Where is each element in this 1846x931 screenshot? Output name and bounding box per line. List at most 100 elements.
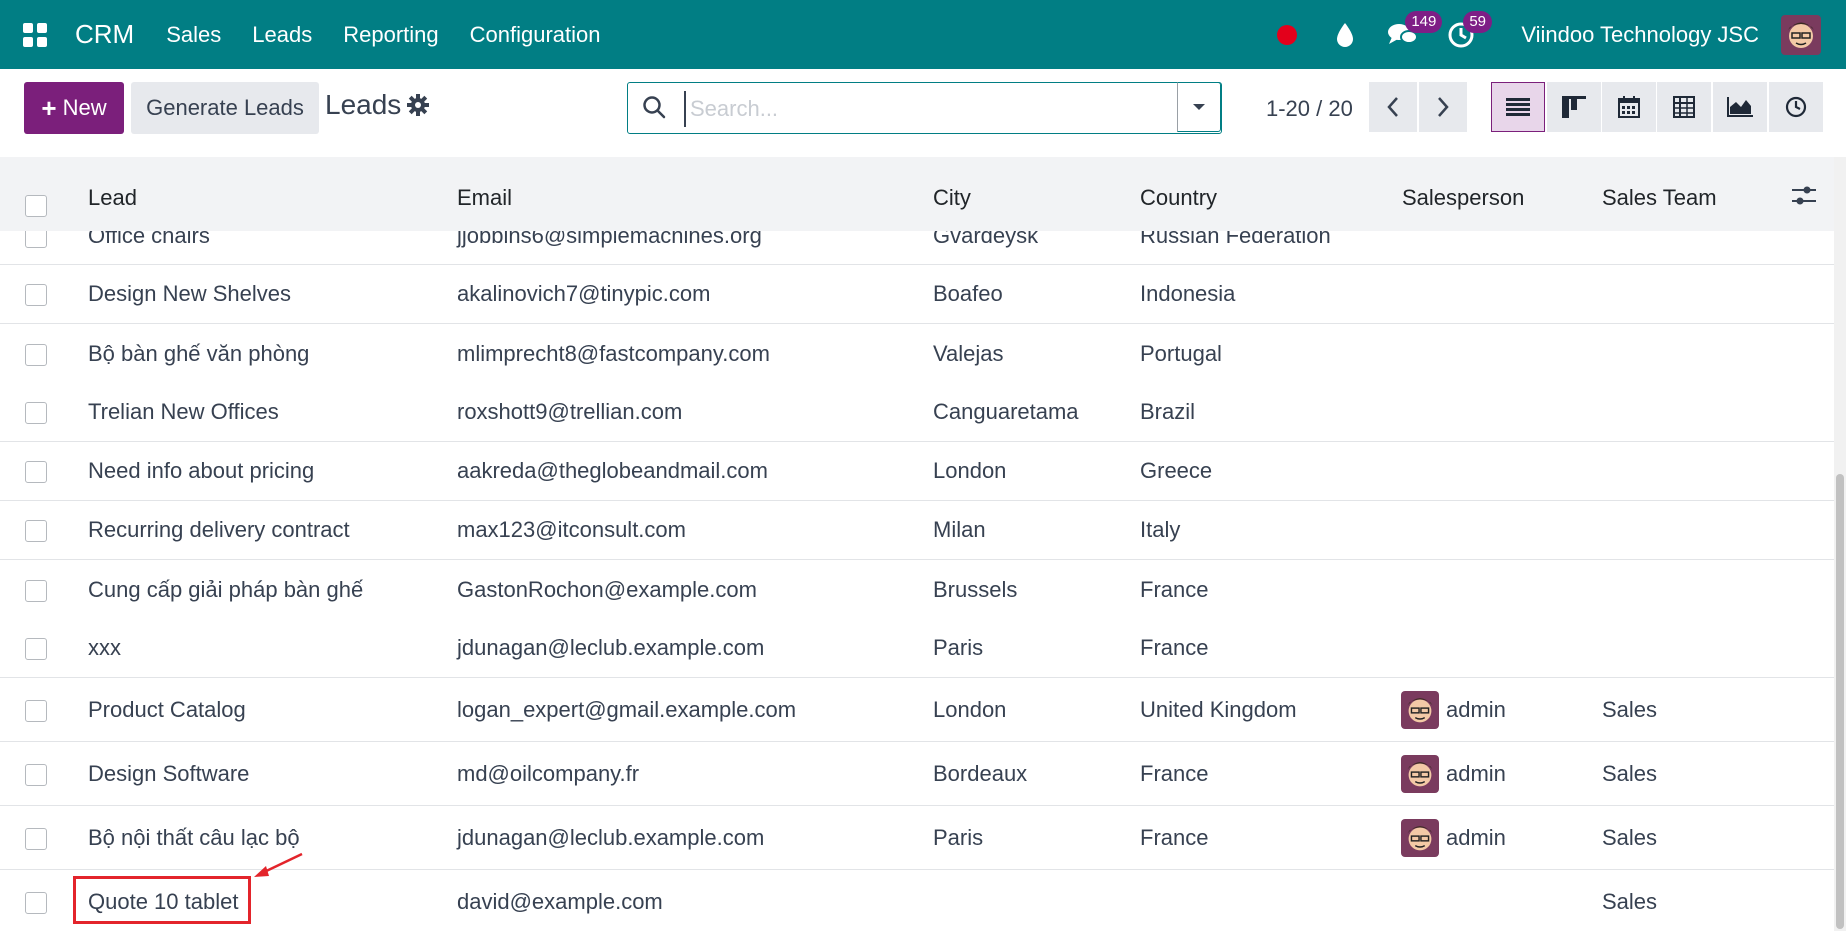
- salesperson-name: admin: [1446, 825, 1506, 850]
- avatar: [1401, 691, 1439, 729]
- user-avatar[interactable]: [1781, 14, 1821, 55]
- annotation-highlight-box: [73, 876, 251, 924]
- area-chart-icon: [1727, 97, 1753, 117]
- select-all-checkbox[interactable]: [25, 195, 47, 217]
- messages-icon[interactable]: 149: [1383, 10, 1443, 55]
- avatar: [1401, 755, 1439, 793]
- record-dot-icon[interactable]: [1267, 15, 1307, 55]
- cell-country: Brazil: [1140, 399, 1196, 424]
- annotation-arrow-icon: [254, 852, 303, 877]
- column-salesperson[interactable]: Salesperson: [1402, 185, 1524, 211]
- lead-list: Office chairs jjobbins6@simplemachines.or…: [0, 231, 1834, 931]
- table-row[interactable]: Design Software md@oilcompany.fr Bordeaux F…: [0, 742, 1834, 806]
- graph-view-button[interactable]: [1713, 82, 1767, 132]
- column-email[interactable]: Email: [457, 185, 512, 211]
- search-options-toggle[interactable]: [1177, 82, 1221, 132]
- search-box: [627, 82, 1222, 134]
- cell-country: Russian Federation: [1140, 231, 1331, 248]
- row-checkbox[interactable]: [25, 828, 47, 850]
- pivot-view-button[interactable]: [1657, 82, 1711, 132]
- app-name[interactable]: CRM: [75, 19, 134, 50]
- column-sales-team[interactable]: Sales Team: [1602, 185, 1717, 211]
- page-title: Leads: [325, 89, 402, 120]
- pager-previous-button[interactable]: [1369, 82, 1417, 132]
- cell-email: akalinovich7@tinypic.com: [457, 281, 711, 306]
- cell-lead: Bộ bàn ghế văn phòng: [88, 341, 310, 366]
- cell-country: Portugal: [1140, 341, 1222, 366]
- clock-icon: [1785, 96, 1807, 118]
- row-checkbox[interactable]: [25, 461, 47, 483]
- row-checkbox[interactable]: [25, 892, 47, 914]
- cell-lead: Product Catalog: [88, 697, 246, 722]
- menu-leads[interactable]: Leads: [252, 22, 312, 48]
- column-lead[interactable]: Lead: [88, 185, 137, 211]
- cell-email: logan_expert@gmail.example.com: [457, 697, 797, 722]
- activity-view-button[interactable]: [1769, 82, 1823, 132]
- row-checkbox[interactable]: [25, 700, 47, 722]
- menu-configuration[interactable]: Configuration: [470, 22, 601, 48]
- cell-email: jjobbins6@simplemachines.org: [457, 231, 762, 248]
- cell-email: aakreda@theglobeandmail.com: [457, 458, 768, 483]
- table-row[interactable]: Need info about pricing aakreda@theglobea…: [0, 442, 1834, 501]
- gear-icon[interactable]: [407, 94, 429, 121]
- cell-country: Greece: [1140, 458, 1213, 483]
- cell-email: md@oilcompany.fr: [457, 761, 640, 786]
- table-row[interactable]: Recurring delivery contract max123@itcons…: [0, 501, 1834, 560]
- row-checkbox[interactable]: [25, 402, 47, 424]
- column-city[interactable]: City: [933, 185, 971, 211]
- calendar-view-button[interactable]: [1602, 82, 1656, 132]
- row-checkbox[interactable]: [25, 638, 47, 660]
- row-checkbox[interactable]: [25, 580, 47, 602]
- cell-country: France: [1140, 577, 1209, 602]
- cell-lead: Need info about pricing: [88, 458, 315, 483]
- row-checkbox[interactable]: [25, 231, 47, 248]
- plus-icon: +: [41, 92, 57, 123]
- menu-reporting[interactable]: Reporting: [343, 22, 438, 48]
- table-row[interactable]: Design New Shelves akalinovich7@tinypic.c…: [0, 265, 1834, 324]
- generate-leads-button[interactable]: Generate Leads: [131, 82, 319, 134]
- table-row[interactable]: Cung cấp giải pháp bàn ghế GastonRochon@e…: [0, 560, 1834, 620]
- cell-city: London: [933, 458, 1007, 483]
- cell-city: Canguaretama: [933, 399, 1079, 424]
- control-panel: + New Generate Leads Leads Search... 1-2…: [0, 69, 1846, 158]
- activities-clock-icon[interactable]: 59: [1441, 10, 1492, 55]
- table-row[interactable]: Bộ bàn ghế văn phòng mlimprecht8@fastcomp…: [0, 324, 1834, 384]
- kanban-view-button[interactable]: [1547, 82, 1601, 132]
- search-input[interactable]: [684, 91, 1212, 127]
- optional-columns-icon[interactable]: [1792, 185, 1816, 213]
- cell-city: London: [933, 697, 1007, 722]
- scrollbar-thumb[interactable]: [1836, 474, 1844, 929]
- pager-next-button[interactable]: [1419, 82, 1467, 132]
- pivot-table-icon: [1673, 96, 1695, 118]
- cell-email: mlimprecht8@fastcompany.com: [457, 341, 770, 366]
- table-row[interactable]: Office chairs jjobbins6@simplemachines.or…: [0, 231, 1834, 265]
- vertical-scrollbar[interactable]: [1834, 157, 1846, 931]
- list-view-button[interactable]: [1491, 82, 1545, 132]
- list-header: Lead Email City Country Salesperson Sale…: [0, 157, 1834, 232]
- row-checkbox[interactable]: [25, 764, 47, 786]
- column-country[interactable]: Country: [1140, 185, 1217, 211]
- cell-email: max123@itconsult.com: [457, 517, 686, 542]
- table-row[interactable]: xxx jdunagan@leclub.example.com Paris Franc…: [0, 619, 1834, 678]
- cell-email: roxshott9@trellian.com: [457, 399, 683, 424]
- new-button[interactable]: + New: [24, 82, 124, 134]
- cell-country: France: [1140, 635, 1209, 660]
- cell-sales-team: Sales: [1602, 761, 1658, 786]
- row-checkbox[interactable]: [25, 344, 47, 366]
- cell-country: France: [1140, 761, 1209, 786]
- table-row[interactable]: Trelian New Offices roxshott9@trellian.co…: [0, 383, 1834, 442]
- messages-badge: 149: [1405, 10, 1443, 33]
- cell-lead: xxx: [88, 635, 121, 660]
- water-drop-icon[interactable]: [1325, 15, 1365, 55]
- menu-sales[interactable]: Sales: [166, 22, 221, 48]
- row-checkbox[interactable]: [25, 284, 47, 306]
- cell-lead: Recurring delivery contract: [88, 517, 350, 542]
- table-row[interactable]: Product Catalog logan_expert@gmail.exampl…: [0, 678, 1834, 742]
- pager-value[interactable]: 1-20 / 20: [1266, 96, 1353, 122]
- row-checkbox[interactable]: [25, 520, 47, 542]
- cell-country: United Kingdom: [1140, 697, 1297, 722]
- apps-menu-icon[interactable]: [17, 17, 53, 53]
- company-switcher[interactable]: Viindoo Technology JSC: [1521, 22, 1759, 48]
- cell-sales-team: Sales: [1602, 697, 1658, 722]
- cell-country: France: [1140, 825, 1209, 850]
